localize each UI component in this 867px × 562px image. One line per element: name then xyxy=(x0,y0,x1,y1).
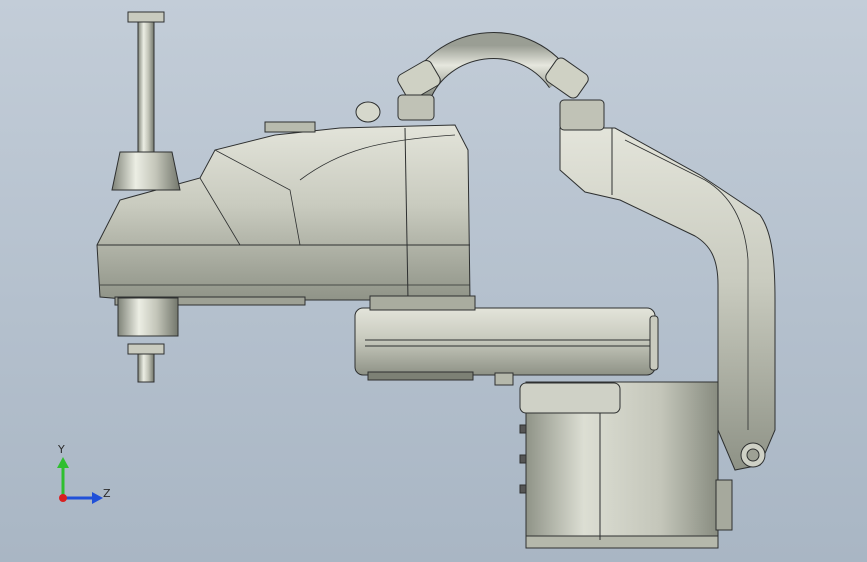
cad-viewport[interactable]: Y Z xyxy=(0,0,867,562)
cable-hose xyxy=(397,32,605,131)
robot-base xyxy=(519,381,733,549)
x-axis-dot-icon xyxy=(59,494,67,502)
y-axis-label: Y xyxy=(57,443,65,456)
z-axis-label: Z xyxy=(103,487,111,500)
coordinate-triad: Y Z xyxy=(57,443,111,504)
y-axis-arrow-icon xyxy=(57,457,69,468)
z-axis-arrow-icon xyxy=(92,492,103,504)
lower-arm-link xyxy=(354,307,659,386)
